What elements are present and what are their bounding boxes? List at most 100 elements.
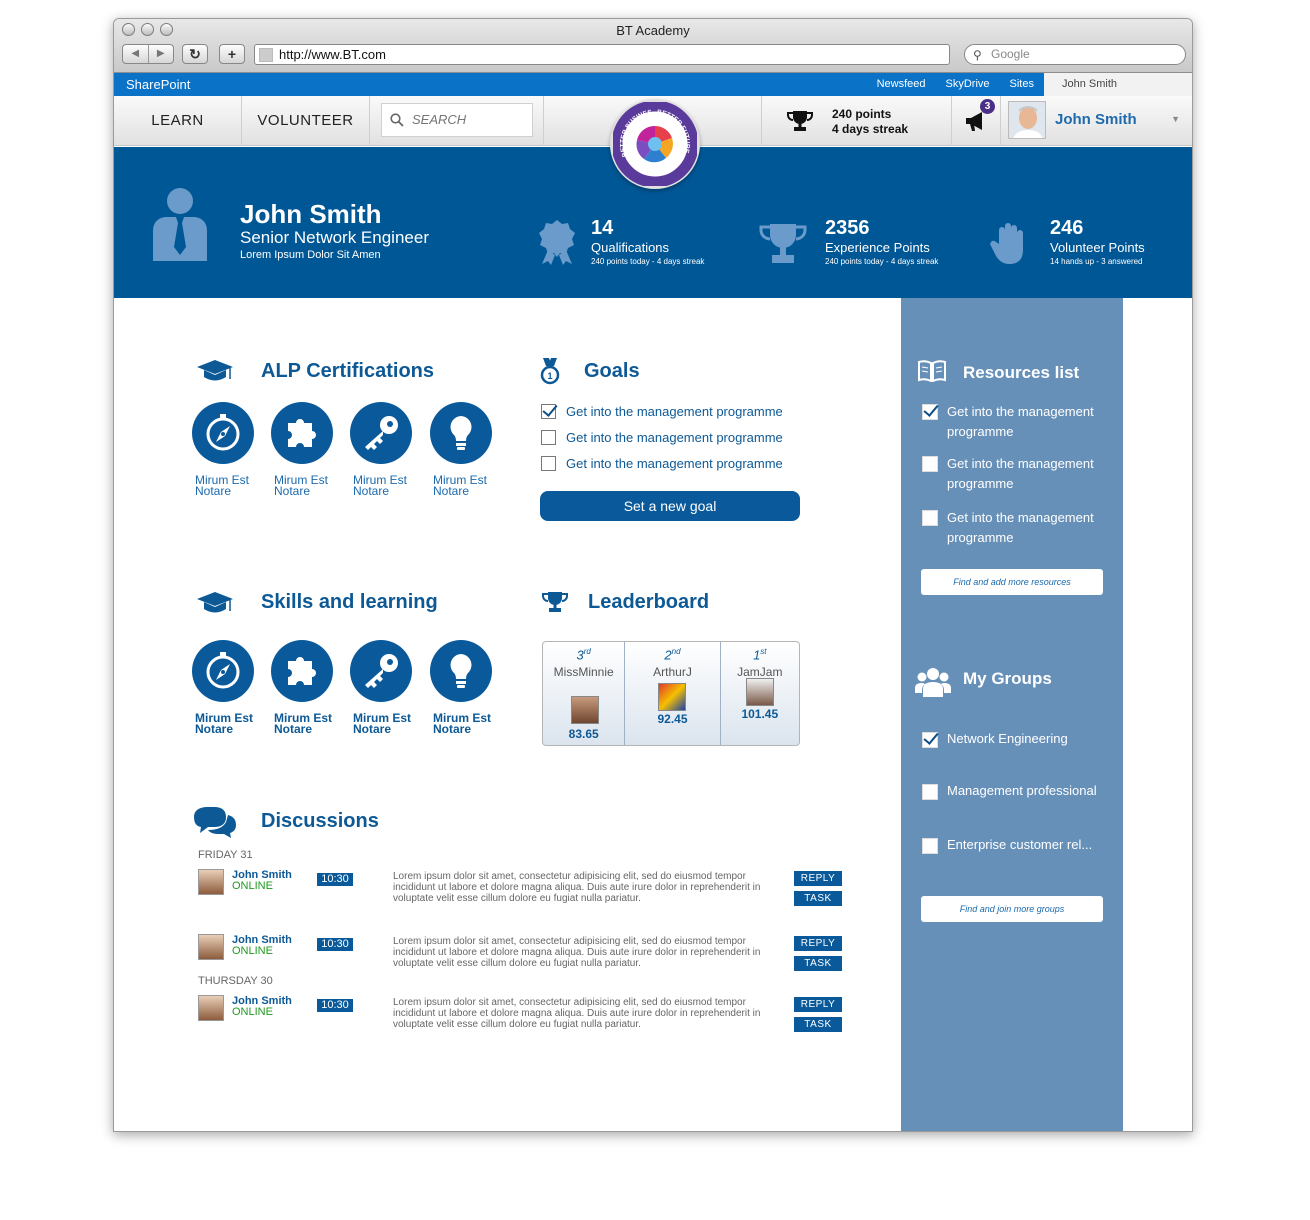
- resource-item[interactable]: Get into the management programme: [947, 508, 1117, 548]
- group-checkbox[interactable]: [922, 838, 938, 854]
- goal-label: Get into the management programme: [566, 456, 783, 471]
- task-button[interactable]: TASK: [794, 1017, 842, 1032]
- goal-checkbox[interactable]: [541, 456, 556, 471]
- alp-badge-lightbulb[interactable]: [430, 402, 492, 464]
- site-search-input[interactable]: [412, 112, 522, 127]
- skydrive-link[interactable]: SkyDrive: [936, 73, 1000, 96]
- browser-toolbar: BT Academy ◀ ▶ ↻ + http://www.BT.com ⚲ G…: [114, 19, 1192, 73]
- alp-badge-key[interactable]: [350, 402, 412, 464]
- skill-badge-label: Mirum Est Notare: [433, 711, 492, 736]
- group-item[interactable]: Network Engineering: [947, 729, 1117, 749]
- sites-link[interactable]: Sites: [1000, 73, 1044, 96]
- lightbulb-icon: [450, 416, 472, 450]
- skill-badge-label: Mirum Est Notare: [353, 711, 412, 736]
- forward-button[interactable]: ▶: [149, 45, 174, 63]
- reload-button[interactable]: ↻: [182, 44, 208, 64]
- stat-detail: 240 points today - 4 days streak: [825, 257, 939, 266]
- discussion-text: Lorem ipsum dolor sit amet, consectetur …: [393, 936, 761, 969]
- profile-tagline: Lorem Ipsum Dolor Sit Amen: [240, 249, 381, 261]
- leader-avatar: [745, 678, 774, 706]
- alp-badge-label: Mirum Est Notare: [274, 473, 328, 498]
- book-icon: [918, 360, 946, 382]
- skill-badge-puzzle[interactable]: [271, 640, 333, 702]
- favicon-icon: [259, 48, 273, 62]
- sharepoint-bar: SharePoint Newsfeed SkyDrive Sites John …: [114, 73, 1192, 96]
- compass-icon: [206, 414, 240, 451]
- skill-badge-label: Mirum Est Notare: [274, 711, 333, 736]
- leaderboard-entry[interactable]: 3rd MissMinnie 83.65: [543, 642, 626, 745]
- task-button[interactable]: TASK: [794, 956, 842, 971]
- skill-badge-label: Mirum Est Notare: [195, 711, 254, 736]
- goals-title: Goals: [584, 360, 640, 382]
- puzzle-icon: [288, 657, 316, 685]
- nav-learn[interactable]: LEARN: [114, 96, 242, 146]
- reload-icon: ↻: [189, 46, 201, 62]
- back-button[interactable]: ◀: [123, 45, 149, 63]
- discussion-status: ONLINE: [232, 880, 273, 892]
- newsfeed-link[interactable]: Newsfeed: [867, 73, 936, 96]
- goal-checkbox[interactable]: [541, 430, 556, 445]
- discussion-avatar[interactable]: [198, 934, 224, 960]
- stat-label: Experience Points: [825, 240, 930, 255]
- resource-checkbox[interactable]: [922, 510, 938, 526]
- address-bar[interactable]: http://www.BT.com: [254, 44, 950, 65]
- new-tab-button[interactable]: +: [219, 44, 245, 64]
- discussion-day-label: THURSDAY 30: [198, 975, 273, 987]
- find-resources-button[interactable]: Find and add more resources: [921, 569, 1103, 595]
- browser-search-placeholder: Google: [991, 47, 1030, 61]
- reply-button[interactable]: REPLY: [794, 936, 842, 951]
- group-item[interactable]: Enterprise customer rel...: [947, 835, 1117, 855]
- resource-checkbox[interactable]: [922, 404, 938, 420]
- trophy-icon: [542, 592, 568, 612]
- leaderboard-entry[interactable]: 2nd ArthurJ 92.45: [625, 642, 721, 745]
- task-button[interactable]: TASK: [794, 891, 842, 906]
- site-search-box[interactable]: [381, 103, 533, 137]
- alp-badge-puzzle[interactable]: [271, 402, 333, 464]
- discussion-avatar[interactable]: [198, 869, 224, 895]
- alp-badge-label: Mirum Est Notare: [353, 473, 407, 498]
- bt-logo[interactable]: BETTER BUSINESS BETTER FUTURE THE BT WAY: [610, 97, 700, 189]
- stat-detail: 240 points today - 4 days streak: [591, 257, 705, 266]
- sharepoint-user-menu[interactable]: John Smith: [1044, 73, 1192, 96]
- svg-text:1: 1: [547, 371, 552, 381]
- find-groups-button[interactable]: Find and join more groups: [921, 896, 1103, 922]
- resource-checkbox[interactable]: [922, 456, 938, 472]
- leader-avatar: [571, 696, 599, 724]
- alp-badge-compass[interactable]: [192, 402, 254, 464]
- browser-search-input[interactable]: ⚲ Google: [964, 44, 1186, 65]
- nav-volunteer[interactable]: VOLUNTEER: [242, 96, 370, 146]
- set-new-goal-button[interactable]: Set a new goal: [540, 491, 800, 521]
- leaderboard-panel: 3rd MissMinnie 83.65 2nd ArthurJ 92.45 1…: [542, 641, 800, 746]
- notifications-button[interactable]: 3: [952, 96, 1001, 146]
- skills-title: Skills and learning: [261, 591, 438, 613]
- resource-item[interactable]: Get into the management programme: [947, 454, 1117, 494]
- stat-value: 246: [1050, 217, 1084, 239]
- graduation-cap-icon: [197, 592, 233, 613]
- leaderboard-entry[interactable]: 1st JamJam 101.45: [721, 642, 799, 745]
- window-title: BT Academy: [616, 23, 690, 38]
- group-checkbox[interactable]: [922, 784, 938, 800]
- group-item[interactable]: Management professional: [947, 781, 1117, 801]
- points-value: 240 points: [832, 107, 892, 121]
- leader-name: ArthurJ: [653, 665, 692, 679]
- reply-button[interactable]: REPLY: [794, 997, 842, 1012]
- discussion-day-label: FRIDAY 31: [198, 849, 253, 861]
- discussion-text: Lorem ipsum dolor sit amet, consectetur …: [393, 871, 761, 904]
- resource-item[interactable]: Get into the management programme: [947, 402, 1117, 442]
- group-checkbox[interactable]: [922, 732, 938, 748]
- sharepoint-links: Newsfeed SkyDrive Sites John Smith: [867, 73, 1192, 96]
- reply-button[interactable]: REPLY: [794, 871, 842, 886]
- award-ribbon-icon: [539, 220, 575, 265]
- skill-badge-lightbulb[interactable]: [430, 640, 492, 702]
- stat-label: Qualifications: [591, 240, 670, 255]
- discussion-avatar[interactable]: [198, 995, 224, 1021]
- discussions-title: Discussions: [261, 810, 379, 832]
- user-menu[interactable]: John Smith ▼: [1001, 96, 1192, 146]
- goal-checkbox[interactable]: [541, 404, 556, 419]
- sharepoint-brand[interactable]: SharePoint: [126, 77, 190, 92]
- bt-globe-logo: BETTER BUSINESS BETTER FUTURE THE BT WAY: [611, 97, 699, 188]
- chevron-down-icon: ▼: [1171, 114, 1180, 124]
- alp-title: ALP Certifications: [261, 360, 434, 382]
- skill-badge-key[interactable]: [350, 640, 412, 702]
- skill-badge-compass[interactable]: [192, 640, 254, 702]
